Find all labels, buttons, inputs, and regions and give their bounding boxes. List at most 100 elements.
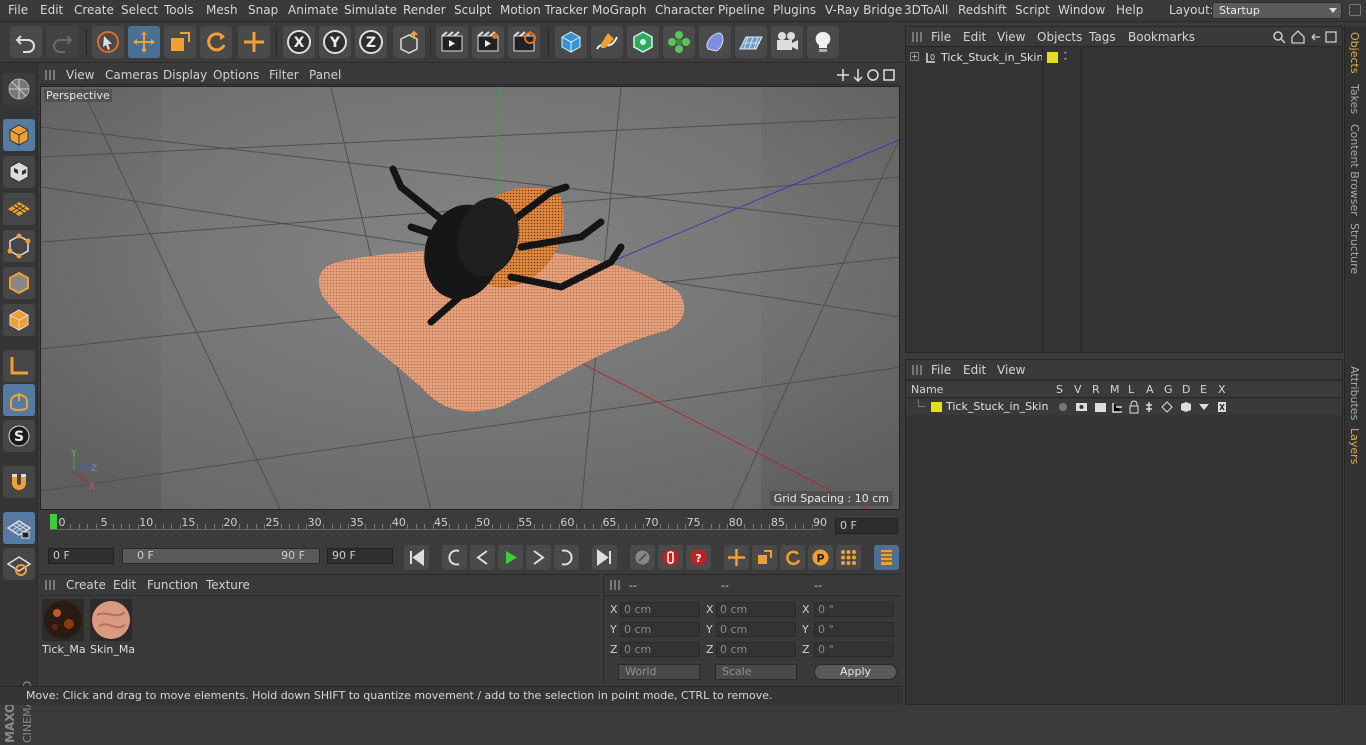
points-mode-icon[interactable] xyxy=(3,230,35,262)
menu-render[interactable]: Render xyxy=(403,3,446,17)
menu-simulate[interactable]: Simulate xyxy=(344,3,397,17)
move-icon[interactable] xyxy=(128,26,160,58)
3d-viewport[interactable]: Y Z X Perspective Grid Spacing : 10 cm xyxy=(40,86,900,510)
pos-x-field[interactable]: 0 cm xyxy=(620,602,700,617)
layer-row[interactable]: Tick_Stuck_in_Skin xyxy=(906,399,1342,415)
objects-menu-file[interactable]: File xyxy=(931,30,951,44)
solo-icon[interactable]: S xyxy=(3,420,35,452)
keyframe-scale-icon[interactable] xyxy=(752,545,777,570)
menu-vray-bridge[interactable]: V-Ray Bridge xyxy=(825,3,902,17)
viewport-menu-display[interactable]: Display xyxy=(163,68,207,82)
menu-plugins[interactable]: Plugins xyxy=(773,3,816,17)
rot-b-field[interactable]: 0 ° xyxy=(814,642,894,657)
go-to-start-icon[interactable] xyxy=(404,545,429,570)
next-key-icon[interactable] xyxy=(554,545,579,570)
light-icon[interactable] xyxy=(807,26,839,58)
menu-motion-tracker[interactable]: Motion Tracker xyxy=(500,3,588,17)
menu-help[interactable]: Help xyxy=(1116,3,1143,17)
size-y-field[interactable]: 0 cm xyxy=(716,622,796,637)
material-menu-texture[interactable]: Texture xyxy=(206,578,250,592)
pos-y-field[interactable]: 0 cm xyxy=(620,622,700,637)
axis-mode-icon[interactable] xyxy=(3,350,35,382)
pos-z-field[interactable]: 0 cm xyxy=(620,642,700,657)
layers-menu-file[interactable]: File xyxy=(931,363,951,377)
size-x-field[interactable]: 0 cm xyxy=(716,602,796,617)
edges-mode-icon[interactable] xyxy=(3,267,35,299)
viewport-menu-options[interactable]: Options xyxy=(213,68,259,82)
workplane-icon[interactable] xyxy=(3,193,35,225)
window-restore-icon[interactable] xyxy=(1349,4,1361,16)
keyframe-position-icon[interactable] xyxy=(724,545,749,570)
objects-menu-objects[interactable]: Objects xyxy=(1037,30,1082,44)
timeline-ruler[interactable]: 0 5 10 15 20 25 30 35 40 45 50 55 60 65 70 75 80 85 90 0 F xyxy=(40,512,900,542)
render-view-icon[interactable] xyxy=(436,26,468,58)
start-frame-field[interactable]: 0 F xyxy=(48,548,114,564)
menu-3dtoall[interactable]: 3DToAll xyxy=(904,3,948,17)
tab-attributes[interactable]: Attributes xyxy=(1348,366,1361,420)
col-generators[interactable]: G xyxy=(1164,383,1173,396)
viewport-menu-cameras[interactable]: Cameras xyxy=(105,68,158,82)
rot-p-field[interactable]: 0 ° xyxy=(814,622,894,637)
redo-icon[interactable] xyxy=(46,26,78,58)
menu-file[interactable]: File xyxy=(8,3,28,17)
keyframe-parameter-icon[interactable]: P xyxy=(808,545,833,570)
floor-icon[interactable] xyxy=(735,26,767,58)
size-z-field[interactable]: 0 cm xyxy=(716,642,796,657)
objects-menu-tags[interactable]: Tags xyxy=(1089,30,1116,44)
layer-flags-icons[interactable] xyxy=(1058,400,1228,414)
record-active-keys-icon[interactable] xyxy=(658,545,683,570)
apply-button[interactable]: Apply xyxy=(814,664,897,680)
col-name[interactable]: Name xyxy=(911,383,943,396)
col-expressions[interactable]: E xyxy=(1200,383,1207,396)
menu-redshift[interactable]: Redshift xyxy=(958,3,1007,17)
mograph-cloner-icon[interactable] xyxy=(663,26,695,58)
layout-dropdown[interactable]: Startup xyxy=(1212,2,1342,19)
col-animation[interactable]: A xyxy=(1146,383,1154,396)
edit-render-settings-icon[interactable] xyxy=(508,26,540,58)
scale-icon[interactable] xyxy=(164,26,196,58)
subdivision-icon[interactable] xyxy=(627,26,659,58)
live-selection-icon[interactable] xyxy=(92,26,124,58)
menu-snap[interactable]: Snap xyxy=(248,3,278,17)
menu-character[interactable]: Character xyxy=(655,3,714,17)
object-manager-nav-icons[interactable] xyxy=(1272,30,1342,44)
material-menu-function[interactable]: Function xyxy=(147,578,198,592)
tab-layers[interactable]: Layers xyxy=(1348,428,1361,464)
x-axis-lock-icon[interactable]: X xyxy=(283,26,315,58)
go-to-end-icon[interactable] xyxy=(592,545,617,570)
model-mode-icon[interactable] xyxy=(3,119,35,151)
camera-icon[interactable] xyxy=(771,26,803,58)
recent-tools-icon[interactable] xyxy=(238,26,270,58)
tab-objects[interactable]: Objects xyxy=(1348,32,1361,74)
material-swatch[interactable]: Tick_Ma xyxy=(42,599,86,659)
coordinate-system-icon[interactable] xyxy=(393,26,425,58)
layer-color-swatch[interactable] xyxy=(1047,52,1058,63)
viewport-menu-panel[interactable]: Panel xyxy=(309,68,341,82)
material-swatch[interactable]: Skin_Ma xyxy=(90,599,134,659)
menu-select[interactable]: Select xyxy=(121,3,158,17)
object-name[interactable]: Tick_Stuck_in_Skin xyxy=(941,51,1043,64)
menu-sculpt[interactable]: Sculpt xyxy=(454,3,491,17)
material-menu-edit[interactable]: Edit xyxy=(113,578,136,592)
menu-mograph[interactable]: MoGraph xyxy=(592,3,647,17)
tab-takes[interactable]: Takes xyxy=(1348,84,1361,114)
deformer-icon[interactable] xyxy=(699,26,731,58)
col-locked[interactable]: L xyxy=(1128,383,1134,396)
col-render[interactable]: R xyxy=(1092,383,1100,396)
coordinate-space-dropdown[interactable]: World xyxy=(618,664,700,680)
viewport-menu-view[interactable]: View xyxy=(66,68,94,82)
y-axis-lock-icon[interactable]: Y xyxy=(319,26,351,58)
menu-window[interactable]: Window xyxy=(1058,3,1105,17)
layer-color-swatch[interactable] xyxy=(931,402,942,412)
rot-h-field[interactable]: 0 ° xyxy=(814,602,894,617)
end-frame-field[interactable]: 90 F xyxy=(327,548,393,564)
tweak-mode-icon[interactable] xyxy=(3,384,35,416)
previous-frame-icon[interactable] xyxy=(470,545,495,570)
material-menu-create[interactable]: Create xyxy=(66,578,106,592)
previous-key-icon[interactable] xyxy=(442,545,467,570)
tab-content-browser[interactable]: Content Browser xyxy=(1348,124,1361,216)
col-view[interactable]: V xyxy=(1074,383,1082,396)
viewport-menu-filter[interactable]: Filter xyxy=(269,68,299,82)
objects-menu-edit[interactable]: Edit xyxy=(963,30,986,44)
layers-menu-view[interactable]: View xyxy=(997,363,1025,377)
